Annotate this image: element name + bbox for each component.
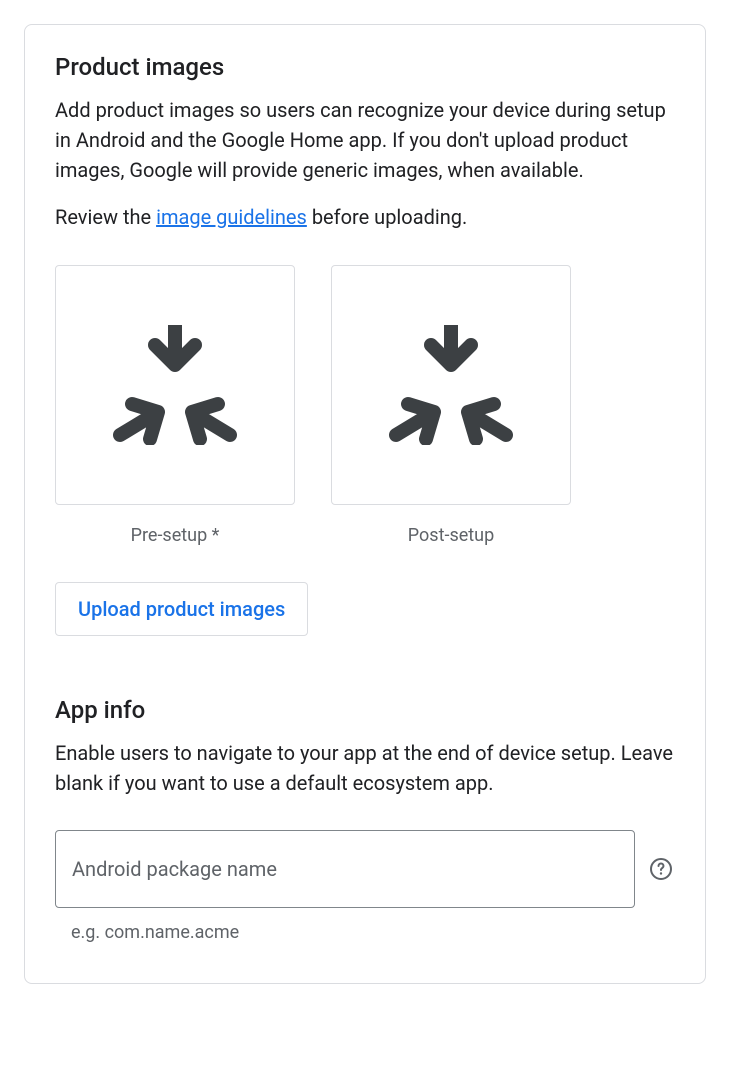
package-name-row [55,830,675,908]
post-setup-item: Post-setup [331,265,571,546]
review-line: Review the image guidelines before uploa… [55,205,675,229]
product-images-title: Product images [55,53,675,81]
image-guidelines-link[interactable]: image guidelines [156,205,307,229]
section-spacer [55,636,675,696]
app-info-title: App info [55,696,675,724]
help-icon[interactable] [649,857,673,881]
product-images-description: Add product images so users can recogniz… [55,95,675,185]
pre-setup-image-box[interactable] [55,265,295,505]
app-info-description: Enable users to navigate to your app at … [55,738,675,798]
settings-card: Product images Add product images so use… [24,24,706,984]
review-prefix: Review the [55,205,156,229]
image-previews-row: Pre-setup * Post-setup [55,265,675,546]
pre-setup-caption: Pre-setup * [131,525,220,546]
android-package-name-input[interactable] [55,830,635,908]
review-suffix: before uploading. [307,205,467,229]
matter-logo-icon [386,325,516,445]
package-name-hint: e.g. com.name.acme [71,922,675,943]
upload-product-images-button[interactable]: Upload product images [55,582,308,636]
pre-setup-item: Pre-setup * [55,265,295,546]
post-setup-caption: Post-setup [408,525,494,546]
post-setup-image-box[interactable] [331,265,571,505]
matter-logo-icon [110,325,240,445]
